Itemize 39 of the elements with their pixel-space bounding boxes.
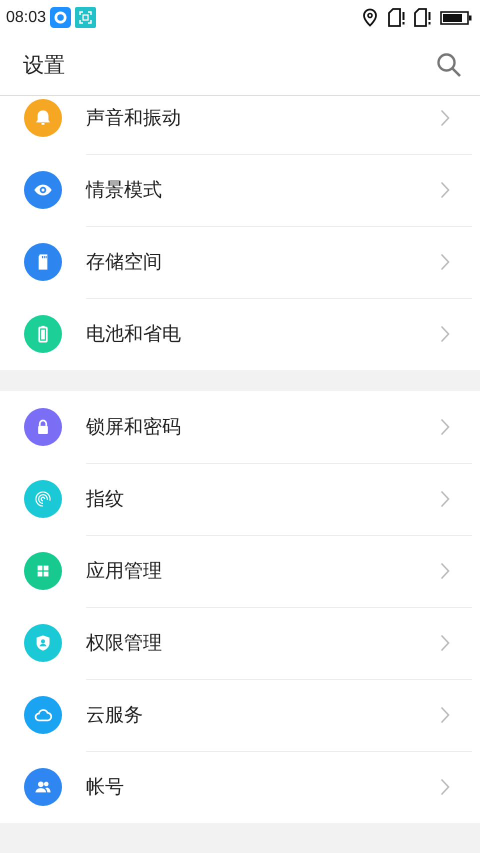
sim-card-icon [388, 8, 406, 27]
settings-item[interactable]: 情景模式 [0, 154, 480, 226]
item-label: 情景模式 [86, 178, 163, 202]
item-label: 权限管理 [86, 630, 163, 656]
location-icon [362, 8, 378, 27]
chevron-icon [440, 418, 450, 436]
item-label: 指纹 [86, 486, 125, 512]
chevron-icon [440, 562, 450, 580]
item-label: 帐号 [86, 775, 125, 800]
settings-item[interactable]: 云服务 [0, 679, 480, 751]
settings-item[interactable]: 存储空间 [0, 226, 480, 298]
settings-item[interactable]: 指纹 [0, 463, 480, 535]
chevron-icon [440, 180, 450, 198]
chevron-icon [440, 108, 450, 126]
sim-card-icon [414, 8, 432, 27]
item-label: 存储空间 [86, 250, 163, 274]
item-label: 声音和振动 [86, 106, 182, 130]
battery-icon [440, 10, 472, 24]
chevron-icon [440, 778, 450, 796]
page-title: 设置 [23, 52, 65, 79]
item-label: 电池和省电 [86, 322, 182, 347]
notification-app-icon [50, 7, 72, 28]
settings-item[interactable]: 帐号 [0, 751, 480, 823]
item-label: 应用管理 [86, 558, 163, 584]
settings-item[interactable]: 电池和省电 [0, 298, 480, 370]
item-label: 锁屏和密码 [86, 414, 182, 440]
chevron-icon [440, 325, 450, 343]
chevron-icon [440, 490, 450, 508]
screenshot-app-icon [75, 7, 96, 28]
chevron-icon [440, 252, 450, 270]
status-time: 08:03 [6, 8, 46, 26]
settings-item[interactable]: 锁屏和密码 [0, 391, 480, 463]
search-icon[interactable] [436, 52, 462, 78]
settings-item[interactable]: 应用管理 [0, 535, 480, 607]
settings-item[interactable]: 声音和振动 [0, 96, 480, 154]
item-label: 云服务 [86, 702, 144, 728]
chevron-icon [440, 634, 450, 652]
settings-item[interactable]: 权限管理 [0, 607, 480, 679]
chevron-icon [440, 706, 450, 724]
